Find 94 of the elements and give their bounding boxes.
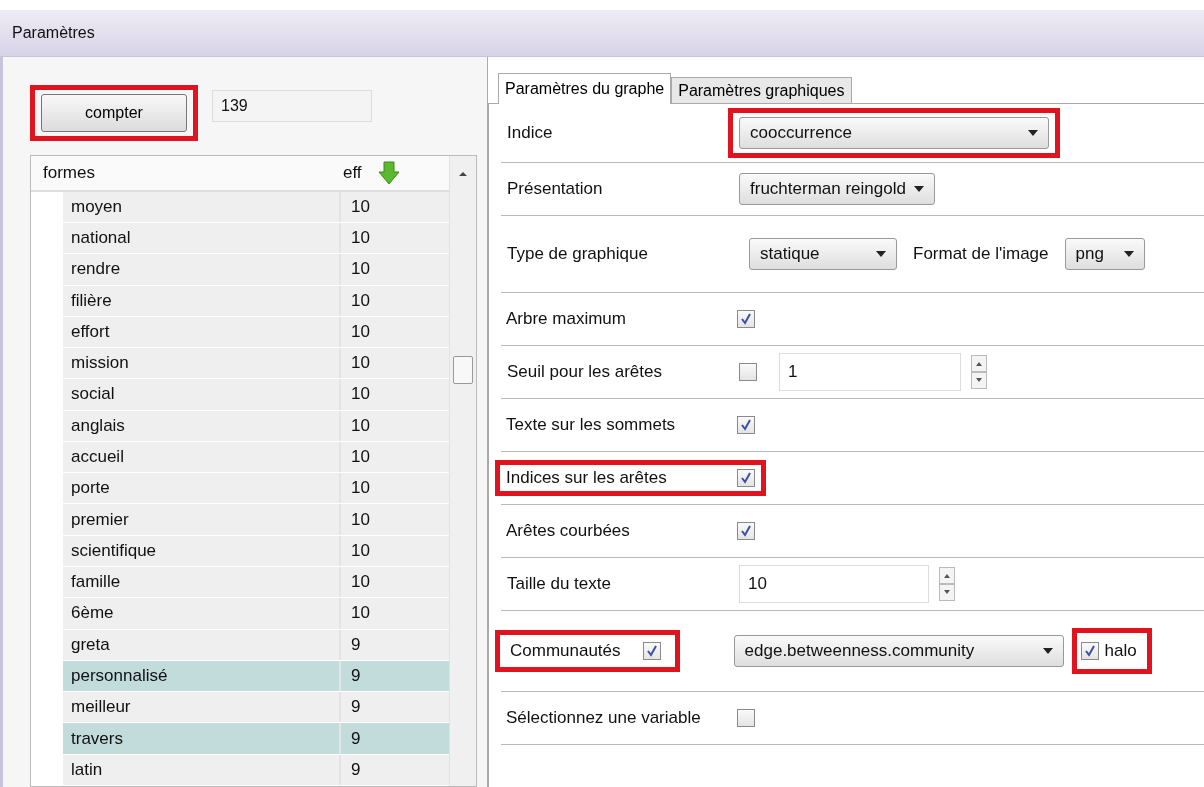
table-cell-text: moyen [70,196,124,217]
setting-label: Arbre maximum [505,309,627,329]
table-cell-text: famille [70,572,122,593]
caret-icon [913,186,924,192]
column-header[interactable]: formes [31,162,333,183]
table-row[interactable]: latin 9 [63,754,449,785]
caret-icon [876,251,886,257]
dropdown[interactable]: statique [749,238,897,270]
table-cell-text: scientifique [70,540,158,561]
table-row[interactable]: accueil 10 [63,441,449,473]
table-row[interactable]: meilleur 9 [63,692,449,723]
spinner-arrows-icon[interactable] [939,567,955,601]
table-row[interactable]: rendre 10 [63,254,449,285]
table-row[interactable]: social 10 [63,379,449,410]
caret-icon [1042,648,1053,654]
table-cell: 10 [339,410,370,441]
checkbox[interactable] [737,522,755,540]
setting-label: Seuil pour les arêtes [506,362,663,382]
table-cell: 10 [339,254,370,285]
checkbox[interactable] [737,310,755,328]
table-cell-text: national [70,228,132,249]
setting-label: Indices sur les arêtes [505,468,668,488]
table-row[interactable]: porte 10 [63,473,449,504]
table-cell-text: travers [70,728,124,749]
table-row[interactable]: scientifique 10 [63,535,449,567]
spinner-arrows-icon[interactable] [971,355,987,389]
table-cell-text: accueil [70,447,125,468]
table-cell: 10 [339,598,370,629]
table-row[interactable]: premier 10 [63,504,449,535]
table-row[interactable]: famille 10 [63,567,449,598]
table-row[interactable]: effort 10 [63,316,449,348]
table-cell: 10 [339,504,370,535]
table-cell-text: 6ème [70,603,115,624]
table-row[interactable]: personnalisé 9 [63,660,449,692]
table-cell: 9 [339,723,361,754]
table-cell-text: effort [70,321,111,342]
setting-label: Taille du texte [506,574,612,594]
table-cell: 9 [339,754,361,785]
dropdown[interactable]: edge.betweenness.community [733,635,1064,667]
tab[interactable]: Paramètres du graphe [498,73,672,104]
setting-label: Présentation [506,179,604,199]
scroll-up-icon[interactable] [458,170,468,178]
table-cell-text: personnalisé [70,666,169,686]
table-cell: 10 [339,191,370,222]
table-cell-text: mission [70,353,130,374]
setting-label: Communautés [510,641,621,661]
table-row[interactable]: mission 10 [63,348,449,379]
count-button[interactable]: compter [41,94,187,132]
scroll-thumb[interactable] [453,356,473,384]
sort-down-arrow-icon [377,160,400,185]
tab[interactable]: Paramètres graphiques [671,77,852,103]
checkbox-label: halo [1104,641,1137,661]
table-row[interactable]: travers 9 [63,723,449,754]
checkbox[interactable] [737,416,755,434]
table-cell-text: social [70,384,116,405]
checkbox[interactable] [642,642,661,660]
table-cell-text: anglais [70,415,126,436]
table-row[interactable]: 6ème 10 [63,598,449,629]
caret-icon [1123,251,1134,257]
setting-label: Sélectionnez une variable [505,708,702,728]
scrollbar[interactable] [449,156,476,786]
table-row[interactable]: national 10 [63,222,449,254]
table-cell: 10 [339,379,370,410]
table-row[interactable]: filière 10 [63,285,449,316]
setting-label: Arêtes courbées [505,521,631,541]
table-cell: 10 [339,285,370,316]
setting-label: Format de l'image [913,244,1049,264]
table-row[interactable]: moyen 10 [63,191,449,222]
table-cell-text: latin [70,759,104,780]
table-cell-text: meilleur [70,697,132,718]
number-field[interactable]: 10 [739,565,929,603]
checkbox[interactable] [737,709,755,727]
table-cell-text: filière [70,290,113,311]
table-cell: 9 [339,629,361,660]
column-header[interactable]: eff [343,162,362,183]
table-row[interactable]: greta 9 [63,629,449,660]
checkbox[interactable] [737,469,755,487]
table-cell-text: porte [70,478,111,499]
table-cell-text: rendre [70,259,122,280]
window-title: Paramètres [12,24,95,42]
dropdown[interactable]: fruchterman reingold [739,173,935,205]
dropdown[interactable]: cooccurrence [739,117,1049,149]
number-field[interactable]: 1 [779,353,961,391]
caret-icon [1028,130,1038,136]
table-row[interactable]: anglais 10 [63,410,449,441]
setting-label: Indice [506,123,554,143]
dropdown[interactable]: png [1064,238,1145,270]
setting-label: Type de graphique [506,244,649,264]
setting-label: Texte sur les sommets [505,415,677,435]
count-field: 139 [212,90,372,122]
table-cell-text: premier [70,509,130,530]
table-cell-text: greta [70,634,111,655]
checkbox[interactable] [1080,642,1099,660]
checkbox[interactable] [739,363,757,381]
